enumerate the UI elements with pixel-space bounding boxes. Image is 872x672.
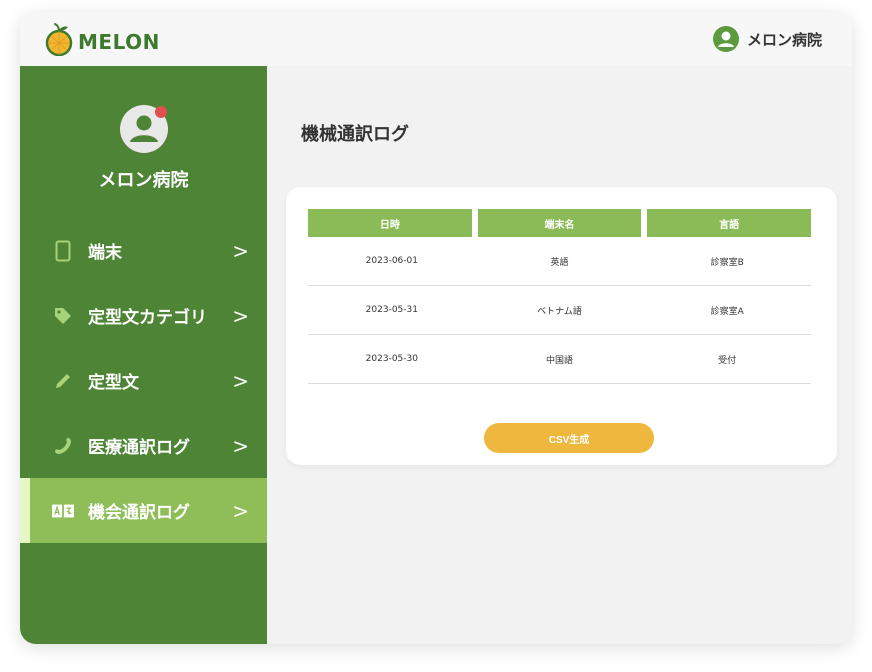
table-header: 日時 端末名 言語	[308, 209, 812, 237]
profile-avatar-icon	[119, 105, 168, 153]
cell-datetime: 2023-05-31	[365, 305, 418, 315]
sidebar-item-label: 機会通訳ログ	[88, 503, 190, 523]
column-header-datetime[interactable]: 日時	[308, 209, 472, 237]
sidebar-item-label: 医療通訳ログ	[88, 438, 190, 458]
melon-logo-icon	[45, 23, 73, 56]
tag-icon	[52, 305, 74, 327]
user-avatar-icon	[712, 26, 739, 52]
table-row[interactable]: 2023-05-30 中国語 受付	[308, 335, 811, 384]
notification-dot	[154, 106, 167, 118]
chevron-right-icon: >	[232, 368, 249, 393]
chevron-right-icon: >	[232, 433, 249, 458]
cell-language: 診察室A	[710, 306, 744, 317]
sidebar-item-devices[interactable]: 端末 >	[20, 218, 267, 283]
log-table: 日時 端末名 言語 2023-06-01 英語 診察室B 2023-05-31 …	[308, 209, 812, 384]
sidebar-item-templates[interactable]: 定型文 >	[20, 348, 267, 413]
cell-device: ベトナム語	[537, 306, 582, 317]
sidebar-item-label: 定型文	[88, 373, 139, 393]
translate-icon	[52, 500, 74, 522]
log-card: 日時 端末名 言語 2023-06-01 英語 診察室B 2023-05-31 …	[286, 187, 837, 465]
sidebar-item-machine-interpretation-log[interactable]: 機会通訳ログ >	[20, 478, 267, 543]
cell-device: 中国語	[546, 355, 574, 366]
cell-datetime: 2023-05-30	[365, 354, 418, 364]
chevron-right-icon: >	[232, 498, 249, 523]
csv-generate-button[interactable]: CSV生成	[484, 423, 654, 453]
sidebar-item-medical-interpretation-log[interactable]: 医療通訳ログ >	[20, 413, 267, 478]
cell-device: 英語	[550, 257, 569, 268]
user-menu[interactable]: メロン病院	[712, 26, 822, 52]
logo-text: MELON	[78, 30, 160, 54]
chevron-right-icon: >	[232, 303, 249, 328]
pencil-icon	[52, 370, 74, 392]
profile-name: メロン病院	[98, 170, 189, 191]
table-row[interactable]: 2023-05-31 ベトナム語 診察室A	[308, 286, 811, 335]
sidebar: メロン病院 端末 > 定型文カテゴリ > 定型文 > 医療通訳ログ > 機会通訳…	[20, 66, 267, 644]
sidebar-profile: メロン病院	[20, 104, 267, 192]
logo[interactable]: MELON	[44, 22, 160, 56]
page-title: 機械通訳ログ	[301, 124, 409, 145]
cell-datetime: 2023-06-01	[365, 256, 418, 266]
header: MELON メロン病院	[20, 12, 852, 66]
user-name: メロン病院	[746, 30, 822, 49]
sidebar-item-template-category[interactable]: 定型文カテゴリ >	[20, 283, 267, 348]
sidebar-nav: 端末 > 定型文カテゴリ > 定型文 > 医療通訳ログ > 機会通訳ログ >	[20, 218, 267, 543]
sidebar-item-label: 定型文カテゴリ	[88, 308, 207, 328]
chevron-right-icon: >	[232, 238, 249, 263]
phone-icon	[52, 435, 74, 457]
column-header-language[interactable]: 言語	[647, 209, 812, 237]
cell-language: 受付	[718, 355, 737, 366]
sidebar-item-label: 端末	[88, 243, 122, 263]
cell-language: 診察室B	[710, 257, 744, 268]
tablet-icon	[52, 240, 74, 262]
table-row[interactable]: 2023-06-01 英語 診察室B	[308, 237, 811, 286]
column-header-device[interactable]: 端末名	[477, 209, 642, 237]
app-window: MELON メロン病院 メロン病院 端末 > 定型文カテゴリ > 定型文 > 医…	[20, 12, 852, 644]
